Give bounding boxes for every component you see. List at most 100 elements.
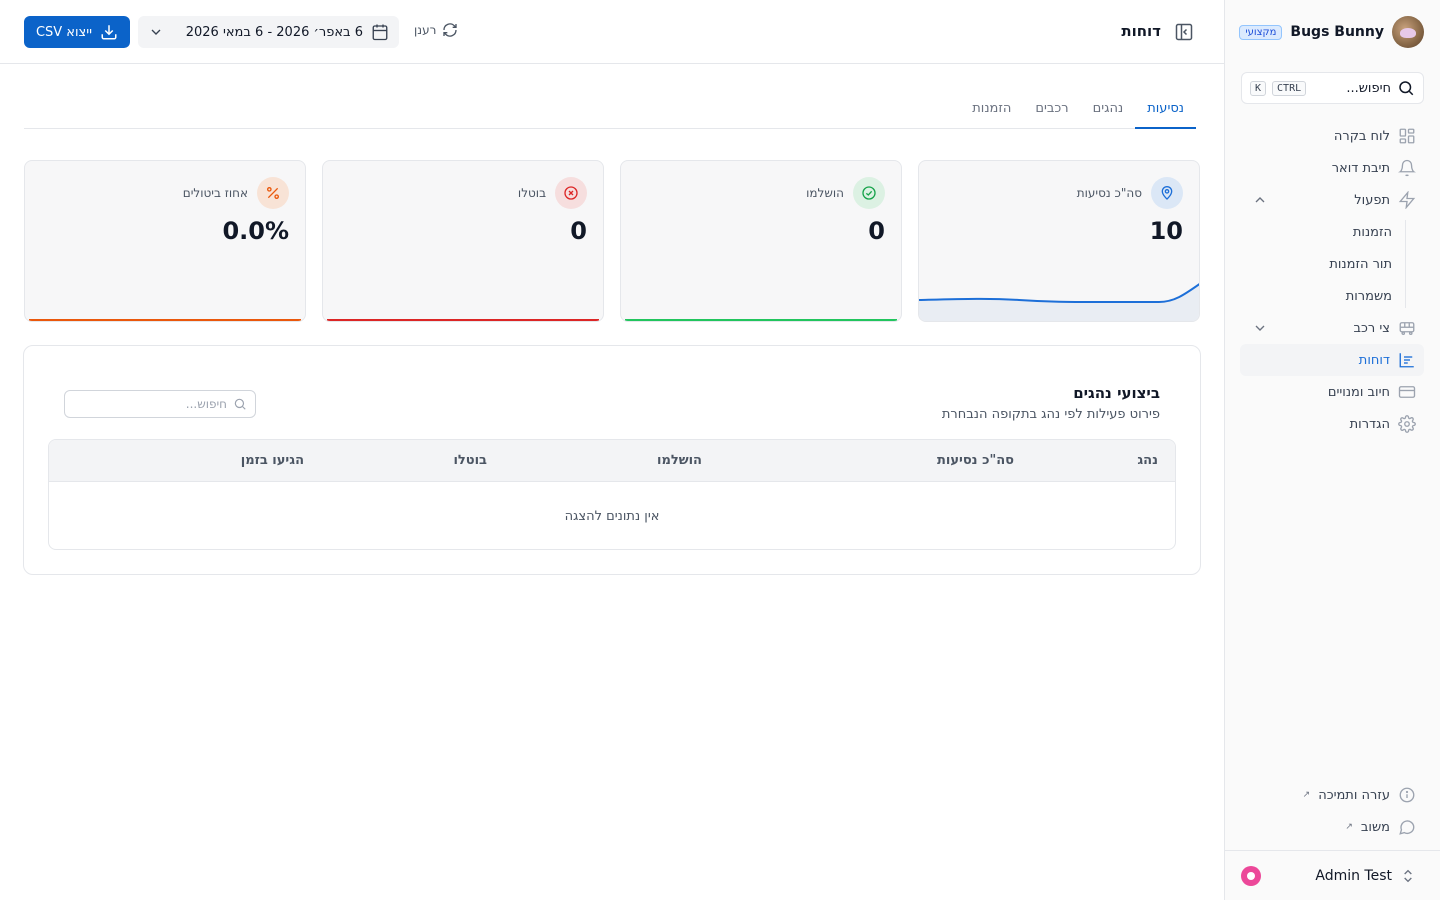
check-circle-icon	[853, 177, 885, 209]
stat-card-cancel-rate: אחוז ביטולים 0.0%	[24, 160, 306, 322]
sidebar-search[interactable]: חיפוש... CTRL K	[1241, 72, 1424, 104]
sidebar-item-fleet[interactable]: צי רכב	[1240, 312, 1424, 344]
stat-card-completed: הושלמו 0	[620, 160, 902, 322]
top-header: דוחות רענן 6 באפר׳ 2026 - 6 במאי 2026 יי…	[0, 0, 1224, 64]
chat-bubble-icon	[1398, 818, 1416, 836]
bus-icon	[1398, 319, 1416, 337]
column-header-on-time[interactable]: הגיעו בזמן	[241, 453, 304, 468]
x-circle-icon	[555, 177, 587, 209]
feedback-label: משוב	[1360, 819, 1390, 835]
stat-card-total-trips: סה"כ נסיעות 10	[918, 160, 1200, 322]
sidebar-item-shifts[interactable]: משמרות	[1240, 280, 1408, 312]
help-support-link[interactable]: עזרה ותמיכה ↗	[1240, 779, 1424, 811]
gear-icon	[1398, 415, 1416, 433]
sidebar-item-reports[interactable]: דוחות	[1240, 344, 1424, 376]
date-range-picker[interactable]: 6 באפר׳ 2026 - 6 במאי 2026	[138, 16, 399, 48]
chevron-up-icon[interactable]	[1252, 192, 1268, 208]
sidebar-item-label: חיוב ומנויים	[1327, 384, 1390, 400]
app: Bugs Bunny מקצועי חיפוש... CTRL K לוח בק…	[0, 0, 1440, 900]
brand[interactable]: Bugs Bunny מקצועי	[1239, 16, 1424, 48]
sidebar-item-label: צי רכב	[1353, 320, 1390, 336]
sidebar-item-label: הגדרות	[1349, 416, 1390, 432]
tab-label: נסיעות	[1147, 100, 1184, 116]
sidebar-item-label: תיבת דואר	[1331, 160, 1390, 176]
sidebar-bottom-links: עזרה ותמיכה ↗ משוב ↗	[1240, 779, 1424, 843]
refresh-label: רענן	[414, 23, 437, 37]
map-pin-icon	[1151, 177, 1183, 209]
empty-state: אין נתונים להצגה	[49, 482, 1175, 549]
panel-subtitle: פירוט פעילות לפי נהג בתקופה הנבחרת	[941, 407, 1160, 422]
brand-name: Bugs Bunny	[1290, 24, 1384, 40]
export-csv-label: ייצוא CSV	[35, 24, 93, 40]
tab-label: הזמנות	[972, 100, 1012, 116]
table-header: נהג סה"כ נסיעות הושלמו בוטלו הגיעו בזמן	[49, 440, 1175, 482]
stat-value: 0	[868, 217, 885, 245]
panel-title: ביצועי נהגים	[1073, 384, 1160, 402]
column-header-completed[interactable]: הושלמו	[657, 453, 702, 468]
chart-icon	[1398, 351, 1416, 369]
export-csv-button[interactable]: ייצוא CSV	[24, 16, 130, 48]
percent-icon	[257, 177, 289, 209]
tab-label: רכבים	[1035, 100, 1069, 116]
sidebar-item-label: לוח בקרה	[1333, 128, 1390, 144]
column-header-total-trips[interactable]: סה"כ נסיעות	[937, 453, 1014, 468]
stat-card-cancelled: בוטלו 0	[322, 160, 604, 322]
feedback-link[interactable]: משוב ↗	[1240, 811, 1424, 843]
credit-card-icon	[1398, 383, 1416, 401]
page-title: דוחות	[1121, 22, 1161, 40]
stat-label: אחוז ביטולים	[182, 186, 248, 200]
sidebar-item-label: תור הזמנות	[1329, 256, 1392, 272]
tab-orders[interactable]: הזמנות	[960, 88, 1023, 128]
driver-performance-panel: ביצועי נהגים פירוט פעילות לפי נהג בתקופה…	[23, 345, 1201, 575]
lightning-icon	[1398, 191, 1416, 209]
column-header-driver[interactable]: נהג	[1137, 453, 1158, 468]
sidebar-item-operations[interactable]: תפעול	[1240, 184, 1424, 216]
empty-state-text: אין נתונים להצגה	[564, 508, 660, 524]
report-tabs: נסיעות נהגים רכבים הזמנות	[24, 88, 1196, 129]
user-name: Admin Test	[1315, 867, 1392, 884]
chevron-down-icon	[151, 29, 161, 35]
sidebar-nav: לוח בקרה תיבת דואר תפעול הזמנות תור הזמנ…	[1240, 120, 1424, 440]
sidebar-item-inbox[interactable]: תיבת דואר	[1240, 152, 1424, 184]
grid-icon	[1398, 127, 1416, 145]
sidebar-toggle-icon[interactable]	[1174, 22, 1194, 42]
bell-icon	[1398, 159, 1416, 177]
help-support-label: עזרה ותמיכה	[1318, 787, 1390, 803]
driver-table: נהג סה"כ נסיעות הושלמו בוטלו הגיעו בזמן …	[48, 439, 1176, 550]
shortcut-k: K	[1250, 80, 1267, 96]
search-icon	[1399, 81, 1414, 96]
stat-value: 10	[1149, 217, 1183, 245]
stat-value: 0.0%	[222, 217, 289, 245]
stat-label: בוטלו	[517, 186, 546, 200]
search-icon	[234, 398, 246, 410]
accent-bar	[29, 319, 301, 321]
sidebar-item-label: משמרות	[1345, 288, 1392, 304]
column-header-cancelled[interactable]: בוטלו	[453, 453, 487, 468]
chevron-down-icon[interactable]	[1252, 320, 1268, 336]
user-menu[interactable]: Admin Test	[1225, 850, 1440, 900]
driver-search-input[interactable]	[73, 397, 227, 411]
shortcut-ctrl: CTRL	[1272, 80, 1307, 96]
tab-vehicles[interactable]: רכבים	[1023, 88, 1080, 128]
sidebar-item-label: דוחות	[1358, 352, 1390, 368]
sidebar-item-label: תפעול	[1354, 192, 1390, 208]
download-icon	[101, 25, 117, 40]
brand-logo	[1392, 16, 1424, 48]
driver-search[interactable]	[64, 390, 256, 418]
accent-bar	[625, 319, 897, 321]
tab-trips[interactable]: נסיעות	[1135, 88, 1196, 129]
sidebar-item-settings[interactable]: הגדרות	[1240, 408, 1424, 440]
tab-label: נהגים	[1092, 100, 1124, 116]
sidebar-item-dashboard[interactable]: לוח בקרה	[1240, 120, 1424, 152]
plan-badge: מקצועי	[1239, 24, 1283, 40]
stat-label: סה"כ נסיעות	[1076, 186, 1142, 200]
refresh-icon	[443, 23, 458, 37]
stat-label: הושלמו	[806, 186, 844, 200]
sidebar-item-orders[interactable]: הזמנות	[1240, 216, 1408, 248]
sidebar-item-billing[interactable]: חיוב ומנויים	[1240, 376, 1424, 408]
stat-value: 0	[570, 217, 587, 245]
refresh-button[interactable]: רענן	[414, 22, 458, 38]
tab-drivers[interactable]: נהגים	[1081, 88, 1136, 128]
external-link-icon: ↗	[1302, 790, 1311, 800]
sidebar-item-order-queue[interactable]: תור הזמנות	[1240, 248, 1408, 280]
